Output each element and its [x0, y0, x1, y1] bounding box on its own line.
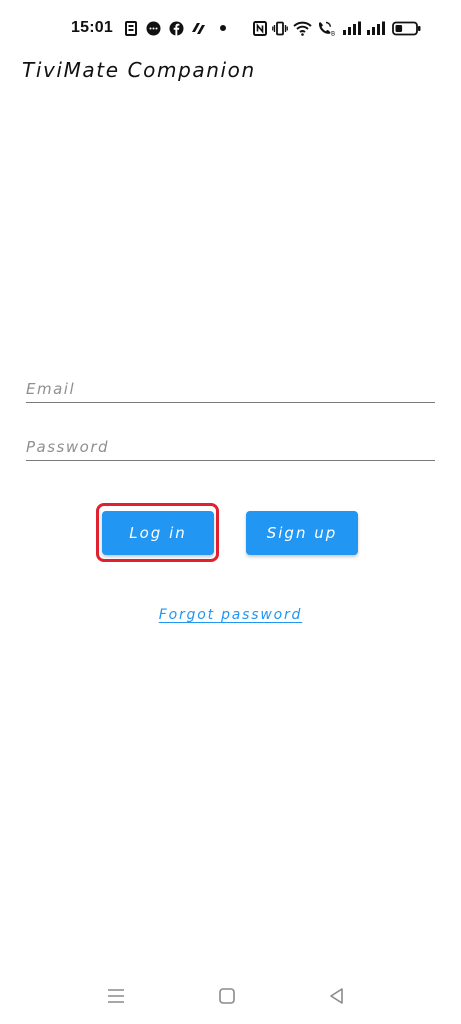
navigation-bar — [0, 970, 461, 1024]
battery-icon — [392, 20, 422, 36]
signal-2-icon — [366, 20, 385, 36]
wifi-calling-icon: B — [317, 20, 337, 36]
forgot-password-container: Forgot password — [0, 604, 461, 623]
password-field-container — [26, 426, 435, 461]
signup-button[interactable]: Sign up — [246, 511, 358, 555]
status-time: 15:01 — [71, 19, 113, 36]
app-notification-icon — [191, 20, 207, 36]
password-field[interactable] — [26, 438, 435, 456]
signal-1-icon — [342, 20, 361, 36]
wifi-icon — [293, 20, 312, 36]
news-notification-icon — [124, 20, 138, 36]
forgot-password-link[interactable]: Forgot password — [159, 607, 302, 623]
app-title: TiviMate Companion — [22, 58, 256, 82]
svg-text:B: B — [331, 30, 335, 36]
status-bar: 15:01 B — [0, 0, 461, 58]
more-notifications-dot-icon — [219, 20, 227, 36]
facebook-notification-icon — [169, 20, 184, 36]
screen: 15:01 B TiviMate Companion Email Log in … — [0, 0, 461, 1024]
nfc-icon — [253, 20, 267, 36]
email-field[interactable] — [26, 380, 435, 398]
menu-icon[interactable] — [102, 984, 130, 1008]
email-field-container — [26, 368, 435, 403]
vibrate-icon — [272, 20, 288, 36]
login-button[interactable]: Log in — [102, 511, 214, 555]
home-icon[interactable] — [213, 984, 241, 1008]
messenger-notification-icon — [146, 20, 161, 36]
back-icon[interactable] — [323, 984, 351, 1008]
